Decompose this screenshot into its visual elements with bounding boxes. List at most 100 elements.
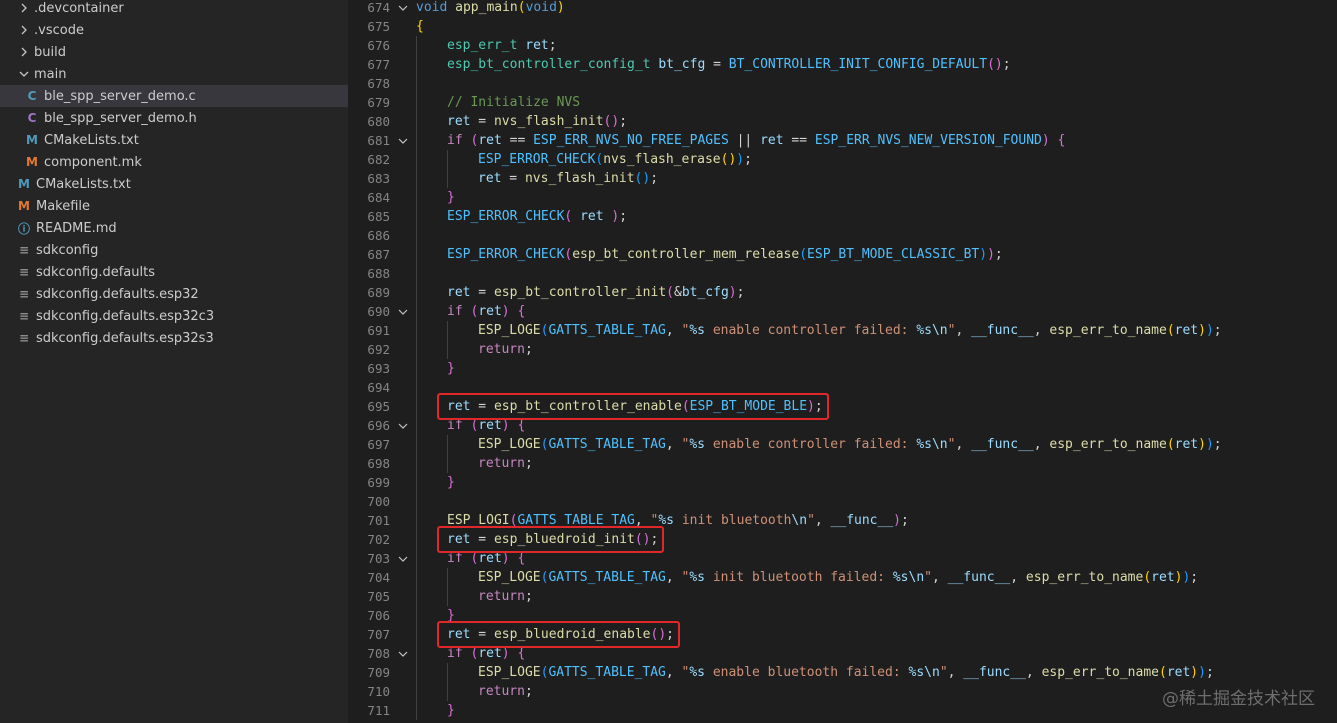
explorer-folder[interactable]: build (0, 41, 348, 63)
explorer-file[interactable]: ≡ sdkconfig.defaults.esp32s3 (0, 327, 348, 349)
h-file-icon: C (27, 111, 37, 125)
explorer-item-label: sdkconfig (36, 242, 99, 258)
code-line[interactable]: 698 return; (348, 454, 1337, 473)
line-number: 711 (367, 703, 390, 718)
line-number: 680 (367, 114, 390, 129)
code-line[interactable]: 694 (348, 378, 1337, 397)
line-number: 704 (367, 570, 390, 585)
code-text: // Initialize NVS (447, 95, 581, 110)
code-text: } (447, 190, 455, 205)
line-number: 684 (367, 190, 390, 205)
code-editor[interactable]: 674 void app_main(void) 675 {676 esp_err_t r… (348, 0, 1337, 723)
explorer-folder[interactable]: .devcontainer (0, 0, 348, 19)
code-line[interactable]: 704 ESP_LOGE(GATTS_TABLE_TAG, "%s init bl… (348, 568, 1337, 587)
code-line[interactable]: 692 return; (348, 340, 1337, 359)
line-number: 690 (367, 304, 390, 319)
code-line[interactable]: 682 ESP_ERROR_CHECK(nvs_flash_erase()); (348, 150, 1337, 169)
line-number: 697 (367, 437, 390, 452)
code-line[interactable]: 700 (348, 492, 1337, 511)
explorer-item-label: sdkconfig.defaults.esp32c3 (36, 308, 215, 324)
code-text: } (447, 475, 455, 490)
line-number: 694 (367, 380, 390, 395)
code-line[interactable]: 689 ret = esp_bt_controller_init(&bt_cfg)… (348, 283, 1337, 302)
line-number: 700 (367, 494, 390, 509)
fold-chevron-icon[interactable] (390, 3, 416, 13)
line-number: 709 (367, 665, 390, 680)
code-line[interactable]: 688 (348, 264, 1337, 283)
code-line[interactable]: 684} (348, 188, 1337, 207)
code-line[interactable]: 709 ESP_LOGE(GATTS_TABLE_TAG, "%s enable … (348, 663, 1337, 682)
code-text: ESP_LOGE(GATTS_TABLE_TAG, "%s init bluet… (478, 570, 1199, 585)
watermark: @稀土掘金技术社区 (1162, 689, 1315, 709)
code-line[interactable]: 685 ESP_ERROR_CHECK( ret ); (348, 207, 1337, 226)
explorer-item-label: ble_spp_server_demo.h (44, 110, 197, 126)
code-line[interactable]: 674 void app_main(void) (348, 0, 1337, 17)
explorer-file[interactable]: ≡ sdkconfig.defaults.esp32c3 (0, 305, 348, 327)
code-line[interactable]: 681 if (ret == ESP_ERR_NVS_NO_FREE_PAGES … (348, 131, 1337, 150)
line-number: 675 (367, 19, 390, 34)
code-line[interactable]: 675 { (348, 17, 1337, 36)
code-line[interactable]: 696 if (ret) { (348, 416, 1337, 435)
fold-chevron-icon[interactable] (390, 421, 416, 431)
code-line[interactable]: 705 return; (348, 587, 1337, 606)
explorer-file[interactable]: ≡ sdkconfig.defaults.esp32 (0, 283, 348, 305)
chevron-down-icon (16, 66, 32, 82)
explorer-folder[interactable]: main (0, 63, 348, 85)
explorer-file[interactable]: Mcomponent.mk (0, 151, 348, 173)
code-line[interactable]: 687 ESP_ERROR_CHECK(esp_bt_controller_mem… (348, 245, 1337, 264)
line-number: 702 (367, 532, 390, 547)
code-line[interactable]: 690 if (ret) { (348, 302, 1337, 321)
explorer-folder[interactable]: .vscode (0, 19, 348, 41)
chevron-right-icon (16, 0, 32, 16)
code-line[interactable]: 701 ESP_LOGI(GATTS_TABLE_TAG, "%s init bl… (348, 511, 1337, 530)
code-text: esp_err_t ret; (447, 38, 557, 53)
code-line[interactable]: 686 (348, 226, 1337, 245)
settings-file-icon: ≡ (18, 243, 30, 257)
chevron-right-icon (16, 44, 32, 60)
fold-chevron-icon[interactable] (390, 136, 416, 146)
line-number: 701 (367, 513, 390, 528)
fold-chevron-icon[interactable] (390, 649, 416, 659)
code-line[interactable]: 693} (348, 359, 1337, 378)
explorer-item-label: sdkconfig.defaults.esp32 (36, 286, 199, 302)
code-text: } (447, 361, 455, 376)
code-line[interactable]: 683 ret = nvs_flash_init(); (348, 169, 1337, 188)
code-line[interactable]: 699} (348, 473, 1337, 492)
explorer-item-label: CMakeLists.txt (44, 132, 139, 148)
code-line[interactable]: 697 ESP_LOGE(GATTS_TABLE_TAG, "%s enable … (348, 435, 1337, 454)
explorer-file[interactable]: M Makefile (0, 195, 348, 217)
code-text: if (ret) { (447, 551, 526, 566)
code-line[interactable]: 707 ret = esp_bluedroid_enable(); (348, 625, 1337, 644)
explorer-file[interactable]: Cble_spp_server_demo.h (0, 107, 348, 129)
line-number: 710 (367, 684, 390, 699)
explorer-item-label: build (34, 44, 66, 60)
explorer-file[interactable]: M CMakeLists.txt (0, 173, 348, 195)
explorer-file[interactable]: ≡ sdkconfig.defaults (0, 261, 348, 283)
settings-file-icon: ≡ (18, 287, 30, 301)
code-text: void app_main(void) (416, 0, 565, 15)
code-line[interactable]: 702 ret = esp_bluedroid_init(); (348, 530, 1337, 549)
code-line[interactable]: 678 (348, 74, 1337, 93)
code-line[interactable]: 691 ESP_LOGE(GATTS_TABLE_TAG, "%s enable … (348, 321, 1337, 340)
line-number: 706 (367, 608, 390, 623)
code-line[interactable]: 708 if (ret) { (348, 644, 1337, 663)
explorer-file[interactable]: ≡ sdkconfig (0, 239, 348, 261)
explorer-file[interactable]: Cble_spp_server_demo.c (0, 85, 348, 107)
code-line[interactable]: 706} (348, 606, 1337, 625)
code-text: } (447, 608, 455, 623)
fold-chevron-icon[interactable] (390, 554, 416, 564)
code-line[interactable]: 680 ret = nvs_flash_init(); (348, 112, 1337, 131)
explorer-file[interactable]: ⓘ README.md (0, 217, 348, 239)
code-line[interactable]: 703 if (ret) { (348, 549, 1337, 568)
explorer-file[interactable]: M CMakeLists.txt (0, 129, 348, 151)
code-text: if (ret) { (447, 304, 526, 319)
code-line[interactable]: 679 // Initialize NVS (348, 93, 1337, 112)
line-number: 689 (367, 285, 390, 300)
code-line[interactable]: 676 esp_err_t ret; (348, 36, 1337, 55)
code-line[interactable]: 695 ret = esp_bt_controller_enable(ESP_BT… (348, 397, 1337, 416)
code-line[interactable]: 677 esp_bt_controller_config_t bt_cfg = B… (348, 55, 1337, 74)
file-explorer: .devcontainer .vscode build main Cble_spp_se… (0, 0, 348, 723)
fold-chevron-icon[interactable] (390, 307, 416, 317)
explorer-item-label: README.md (36, 220, 117, 236)
code-text: ESP_ERROR_CHECK( ret ); (447, 209, 628, 224)
